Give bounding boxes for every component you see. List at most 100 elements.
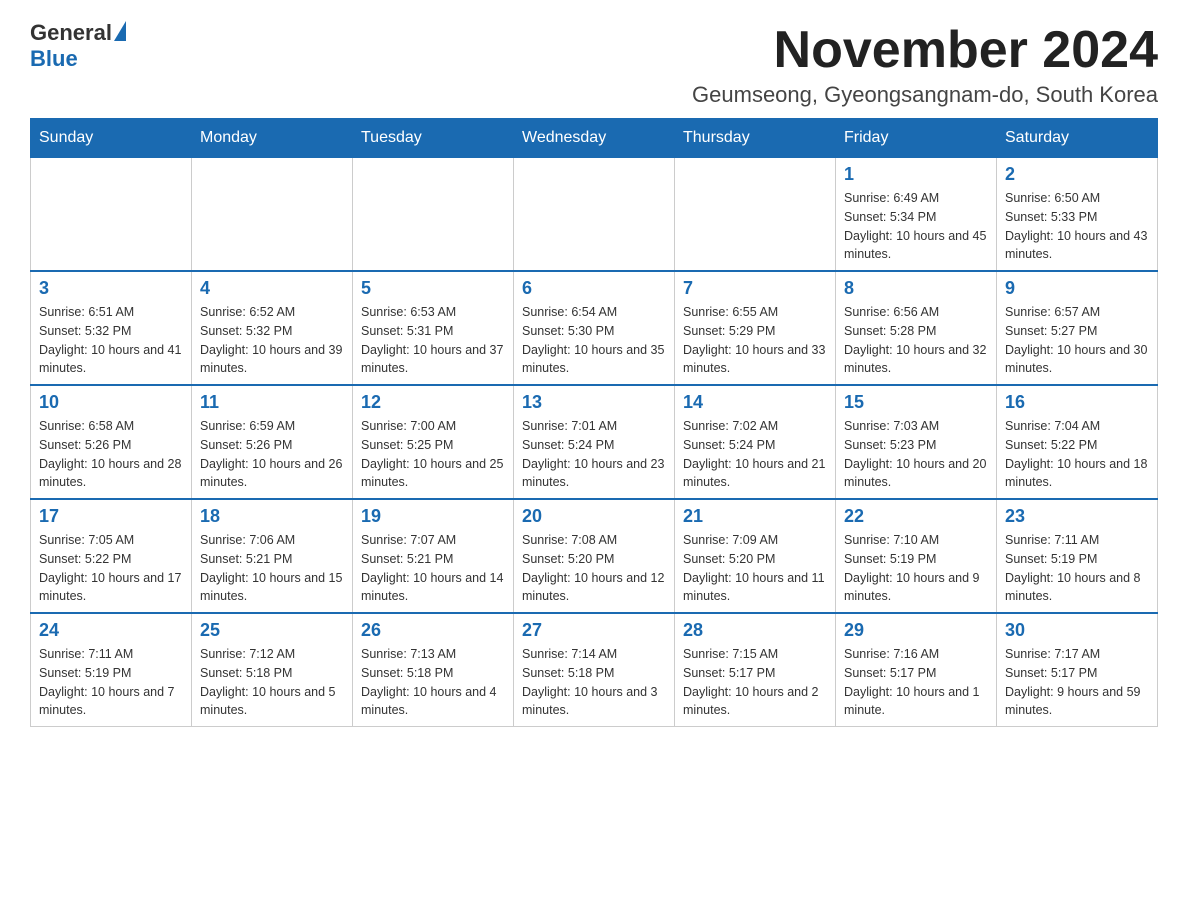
day-number: 28 [683, 620, 827, 641]
calendar-week-row: 10 Sunrise: 6:58 AMSunset: 5:26 PMDayligh… [31, 385, 1158, 499]
calendar-header-wednesday: Wednesday [514, 119, 675, 158]
calendar-cell: 6 Sunrise: 6:54 AMSunset: 5:30 PMDaylight… [514, 271, 675, 385]
calendar-cell: 1 Sunrise: 6:49 AMSunset: 5:34 PMDaylight… [836, 158, 997, 272]
day-info: Sunrise: 6:52 AMSunset: 5:32 PMDaylight:… [200, 303, 344, 378]
calendar-cell [514, 158, 675, 272]
day-info: Sunrise: 6:50 AMSunset: 5:33 PMDaylight:… [1005, 189, 1149, 264]
day-info: Sunrise: 7:08 AMSunset: 5:20 PMDaylight:… [522, 531, 666, 606]
day-number: 14 [683, 392, 827, 413]
logo-triangle-icon [114, 21, 126, 41]
calendar-cell: 23 Sunrise: 7:11 AMSunset: 5:19 PMDayligh… [997, 499, 1158, 613]
calendar-cell: 18 Sunrise: 7:06 AMSunset: 5:21 PMDayligh… [192, 499, 353, 613]
calendar-header-friday: Friday [836, 119, 997, 158]
page-header: General Blue November 2024 Geumseong, Gy… [30, 20, 1158, 108]
day-number: 22 [844, 506, 988, 527]
day-info: Sunrise: 7:01 AMSunset: 5:24 PMDaylight:… [522, 417, 666, 492]
logo-general: General [30, 20, 112, 46]
calendar-cell: 5 Sunrise: 6:53 AMSunset: 5:31 PMDaylight… [353, 271, 514, 385]
logo: General Blue [30, 20, 126, 72]
day-number: 17 [39, 506, 183, 527]
day-info: Sunrise: 7:14 AMSunset: 5:18 PMDaylight:… [522, 645, 666, 720]
day-info: Sunrise: 7:00 AMSunset: 5:25 PMDaylight:… [361, 417, 505, 492]
day-info: Sunrise: 7:07 AMSunset: 5:21 PMDaylight:… [361, 531, 505, 606]
day-number: 9 [1005, 278, 1149, 299]
day-info: Sunrise: 7:11 AMSunset: 5:19 PMDaylight:… [39, 645, 183, 720]
day-info: Sunrise: 7:04 AMSunset: 5:22 PMDaylight:… [1005, 417, 1149, 492]
day-number: 21 [683, 506, 827, 527]
calendar-cell: 7Sunrise: 6:55 AMSunset: 5:29 PMDaylight… [675, 271, 836, 385]
day-info: Sunrise: 6:49 AMSunset: 5:34 PMDaylight:… [844, 189, 988, 264]
day-number: 27 [522, 620, 666, 641]
calendar-cell: 21Sunrise: 7:09 AMSunset: 5:20 PMDayligh… [675, 499, 836, 613]
day-info: Sunrise: 6:51 AMSunset: 5:32 PMDaylight:… [39, 303, 183, 378]
calendar-cell: 11 Sunrise: 6:59 AMSunset: 5:26 PMDayligh… [192, 385, 353, 499]
calendar-cell: 2 Sunrise: 6:50 AMSunset: 5:33 PMDaylight… [997, 158, 1158, 272]
calendar-cell: 15 Sunrise: 7:03 AMSunset: 5:23 PMDayligh… [836, 385, 997, 499]
day-info: Sunrise: 7:03 AMSunset: 5:23 PMDaylight:… [844, 417, 988, 492]
day-number: 18 [200, 506, 344, 527]
day-number: 3 [39, 278, 183, 299]
calendar-cell: 10 Sunrise: 6:58 AMSunset: 5:26 PMDayligh… [31, 385, 192, 499]
day-number: 5 [361, 278, 505, 299]
calendar-header-thursday: Thursday [675, 119, 836, 158]
calendar-cell: 27 Sunrise: 7:14 AMSunset: 5:18 PMDayligh… [514, 613, 675, 727]
calendar-header-row: SundayMondayTuesdayWednesdayThursdayFrid… [31, 119, 1158, 158]
day-number: 6 [522, 278, 666, 299]
day-number: 8 [844, 278, 988, 299]
day-info: Sunrise: 7:02 AMSunset: 5:24 PMDaylight:… [683, 417, 827, 492]
day-info: Sunrise: 7:10 AMSunset: 5:19 PMDaylight:… [844, 531, 988, 606]
day-number: 2 [1005, 164, 1149, 185]
day-info: Sunrise: 6:56 AMSunset: 5:28 PMDaylight:… [844, 303, 988, 378]
day-number: 29 [844, 620, 988, 641]
day-info: Sunrise: 7:06 AMSunset: 5:21 PMDaylight:… [200, 531, 344, 606]
calendar-cell [31, 158, 192, 272]
calendar-cell: 14 Sunrise: 7:02 AMSunset: 5:24 PMDayligh… [675, 385, 836, 499]
day-info: Sunrise: 7:16 AMSunset: 5:17 PMDaylight:… [844, 645, 988, 720]
calendar-cell: 29 Sunrise: 7:16 AMSunset: 5:17 PMDayligh… [836, 613, 997, 727]
calendar-header-monday: Monday [192, 119, 353, 158]
title-area: November 2024 Geumseong, Gyeongsangnam-d… [692, 20, 1158, 108]
calendar-cell: 17 Sunrise: 7:05 AMSunset: 5:22 PMDayligh… [31, 499, 192, 613]
calendar-week-row: 3 Sunrise: 6:51 AMSunset: 5:32 PMDaylight… [31, 271, 1158, 385]
calendar-cell: 28 Sunrise: 7:15 AMSunset: 5:17 PMDayligh… [675, 613, 836, 727]
calendar-table: SundayMondayTuesdayWednesdayThursdayFrid… [30, 118, 1158, 727]
location-title: Geumseong, Gyeongsangnam-do, South Korea [692, 82, 1158, 108]
day-number: 16 [1005, 392, 1149, 413]
day-info: Sunrise: 6:53 AMSunset: 5:31 PMDaylight:… [361, 303, 505, 378]
calendar-cell: 30Sunrise: 7:17 AMSunset: 5:17 PMDayligh… [997, 613, 1158, 727]
day-info: Sunrise: 7:13 AMSunset: 5:18 PMDaylight:… [361, 645, 505, 720]
day-number: 20 [522, 506, 666, 527]
calendar-cell: 9Sunrise: 6:57 AMSunset: 5:27 PMDaylight… [997, 271, 1158, 385]
calendar-cell: 16 Sunrise: 7:04 AMSunset: 5:22 PMDayligh… [997, 385, 1158, 499]
day-number: 25 [200, 620, 344, 641]
day-info: Sunrise: 6:54 AMSunset: 5:30 PMDaylight:… [522, 303, 666, 378]
calendar-cell: 3 Sunrise: 6:51 AMSunset: 5:32 PMDaylight… [31, 271, 192, 385]
calendar-cell: 19 Sunrise: 7:07 AMSunset: 5:21 PMDayligh… [353, 499, 514, 613]
day-info: Sunrise: 7:15 AMSunset: 5:17 PMDaylight:… [683, 645, 827, 720]
day-number: 15 [844, 392, 988, 413]
day-number: 11 [200, 392, 344, 413]
day-info: Sunrise: 6:58 AMSunset: 5:26 PMDaylight:… [39, 417, 183, 492]
day-number: 19 [361, 506, 505, 527]
calendar-cell: 26 Sunrise: 7:13 AMSunset: 5:18 PMDayligh… [353, 613, 514, 727]
day-number: 10 [39, 392, 183, 413]
calendar-cell [353, 158, 514, 272]
day-info: Sunrise: 7:11 AMSunset: 5:19 PMDaylight:… [1005, 531, 1149, 606]
day-number: 12 [361, 392, 505, 413]
calendar-week-row: 17 Sunrise: 7:05 AMSunset: 5:22 PMDayligh… [31, 499, 1158, 613]
day-number: 26 [361, 620, 505, 641]
day-number: 1 [844, 164, 988, 185]
calendar-cell: 13 Sunrise: 7:01 AMSunset: 5:24 PMDayligh… [514, 385, 675, 499]
calendar-header-saturday: Saturday [997, 119, 1158, 158]
day-number: 23 [1005, 506, 1149, 527]
calendar-cell: 20 Sunrise: 7:08 AMSunset: 5:20 PMDayligh… [514, 499, 675, 613]
calendar-cell: 22 Sunrise: 7:10 AMSunset: 5:19 PMDayligh… [836, 499, 997, 613]
day-info: Sunrise: 6:59 AMSunset: 5:26 PMDaylight:… [200, 417, 344, 492]
day-number: 13 [522, 392, 666, 413]
calendar-cell: 4Sunrise: 6:52 AMSunset: 5:32 PMDaylight… [192, 271, 353, 385]
calendar-header-tuesday: Tuesday [353, 119, 514, 158]
calendar-header-sunday: Sunday [31, 119, 192, 158]
day-info: Sunrise: 7:17 AMSunset: 5:17 PMDaylight:… [1005, 645, 1149, 720]
day-info: Sunrise: 7:05 AMSunset: 5:22 PMDaylight:… [39, 531, 183, 606]
calendar-cell: 25Sunrise: 7:12 AMSunset: 5:18 PMDayligh… [192, 613, 353, 727]
